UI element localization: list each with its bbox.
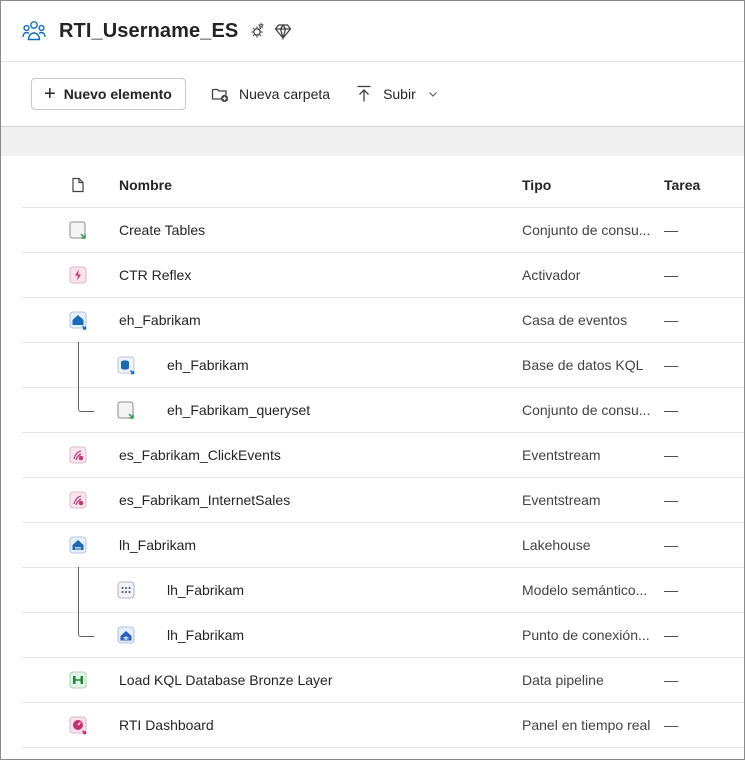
table-row[interactable]: CTR Reflex Activador — bbox=[22, 253, 744, 298]
table-row[interactable]: lh_Fabrikam Modelo semántico... — bbox=[22, 567, 744, 637]
new-item-button[interactable]: + Nuevo elemento bbox=[31, 78, 186, 110]
item-type: Data pipeline bbox=[522, 672, 604, 688]
item-type: Lakehouse bbox=[522, 537, 591, 553]
data-pipeline-icon bbox=[69, 671, 87, 689]
item-task: — bbox=[664, 582, 678, 598]
item-name-link[interactable]: es_Fabrikam_ClickEvents bbox=[119, 433, 281, 477]
chevron-down-icon[interactable] bbox=[428, 89, 438, 99]
new-item-label: Nuevo elemento bbox=[63, 86, 172, 102]
workspace-title: RTI_Username_ES bbox=[59, 19, 239, 42]
kql-queryset-icon bbox=[117, 401, 134, 419]
table-row[interactable]: lh_Fabrikam Punto de conexión... — bbox=[22, 613, 744, 658]
eventhouse-icon bbox=[69, 311, 87, 330]
item-name-link[interactable]: Load KQL Database Bronze Layer bbox=[119, 658, 333, 702]
workspace-settings-icon[interactable] bbox=[248, 22, 266, 40]
workspace-window: RTI_Username_ES + Nuevo elemento Nueva c… bbox=[0, 0, 745, 760]
toolbar: + Nuevo elemento Nueva carpeta Subir bbox=[1, 62, 744, 126]
item-task: — bbox=[664, 492, 678, 508]
table-row[interactable]: eh_Fabrikam Casa de eventos — bbox=[22, 298, 744, 343]
new-folder-icon bbox=[211, 88, 229, 103]
item-name-link[interactable]: RTI Dashboard bbox=[119, 703, 214, 747]
item-type: Activador bbox=[522, 267, 581, 283]
table-row[interactable]: RTI Dashboard Panel en tiempo real — bbox=[22, 703, 744, 748]
upload-icon bbox=[357, 85, 371, 102]
item-type: Eventstream bbox=[522, 492, 601, 508]
table-row[interactable]: eh_Fabrikam_queryset Conjunto de consu..… bbox=[22, 388, 744, 433]
item-type: Punto de conexión... bbox=[522, 627, 650, 643]
workspace-header: RTI_Username_ES bbox=[1, 1, 744, 61]
item-name-link[interactable]: lh_Fabrikam bbox=[119, 523, 196, 567]
item-name-link[interactable]: CTR Reflex bbox=[119, 253, 191, 297]
type-column-header[interactable]: Tipo bbox=[522, 162, 652, 207]
new-folder-button[interactable]: Nueva carpeta bbox=[210, 84, 330, 104]
item-name-link[interactable]: eh_Fabrikam bbox=[119, 298, 201, 342]
item-name-link[interactable]: es_Fabrikam_InternetSales bbox=[119, 478, 290, 522]
semantic-model-icon bbox=[117, 581, 135, 599]
upload-label: Subir bbox=[383, 86, 416, 102]
item-name-link[interactable]: lh_Fabrikam bbox=[167, 568, 244, 612]
upload-button[interactable]: Subir bbox=[354, 84, 447, 104]
table-row[interactable]: es_Fabrikam_InternetSales Eventstream — bbox=[22, 478, 744, 523]
item-task: — bbox=[664, 672, 678, 688]
item-task: — bbox=[664, 627, 678, 643]
table-header-row: Nombre Tipo Tarea bbox=[22, 162, 744, 208]
item-task: — bbox=[664, 222, 678, 238]
table-row[interactable]: Load KQL Database Bronze Layer Data pipe… bbox=[22, 658, 744, 703]
item-task: — bbox=[664, 402, 678, 418]
item-type: Conjunto de consu... bbox=[522, 222, 651, 238]
item-task: — bbox=[664, 447, 678, 463]
items-table: Nombre Tipo Tarea Create Tables Conjunto… bbox=[22, 162, 744, 748]
new-folder-label: Nueva carpeta bbox=[239, 86, 331, 102]
kql-queryset-icon bbox=[69, 221, 86, 239]
item-type: Panel en tiempo real bbox=[522, 717, 651, 733]
eventstream-icon bbox=[69, 446, 87, 464]
item-type: Casa de eventos bbox=[522, 312, 628, 328]
document-icon bbox=[72, 177, 84, 192]
table-row[interactable]: Create Tables Conjunto de consu... — bbox=[22, 208, 744, 253]
eventstream-icon bbox=[69, 491, 87, 509]
item-task: — bbox=[664, 717, 678, 733]
workspace-people-icon bbox=[22, 21, 46, 41]
item-name-link[interactable]: Create Tables bbox=[119, 208, 205, 252]
kql-database-icon bbox=[117, 356, 135, 375]
sql-endpoint-icon bbox=[117, 626, 135, 644]
item-task: — bbox=[664, 537, 678, 553]
table-row[interactable]: lh_Fabrikam Lakehouse — bbox=[22, 523, 744, 568]
plus-icon: + bbox=[44, 83, 56, 105]
premium-diamond-icon[interactable] bbox=[274, 22, 292, 40]
item-task: — bbox=[664, 312, 678, 328]
task-column-header[interactable]: Tarea bbox=[664, 162, 700, 207]
item-task: — bbox=[664, 357, 678, 373]
filter-band bbox=[1, 126, 744, 156]
item-type: Base de datos KQL bbox=[522, 357, 644, 373]
table-row[interactable]: eh_Fabrikam Base de datos KQL — bbox=[22, 342, 744, 412]
file-type-column-header[interactable] bbox=[66, 162, 90, 207]
item-name-link[interactable]: eh_Fabrikam_queryset bbox=[167, 388, 310, 432]
lakehouse-icon bbox=[69, 536, 87, 554]
table-row[interactable]: es_Fabrikam_ClickEvents Eventstream — bbox=[22, 433, 744, 478]
item-task: — bbox=[664, 267, 678, 283]
item-type: Modelo semántico... bbox=[522, 582, 648, 598]
name-column-header[interactable]: Nombre bbox=[119, 162, 172, 207]
realtime-dashboard-icon bbox=[69, 716, 87, 735]
item-type: Eventstream bbox=[522, 447, 601, 463]
item-name-link[interactable]: lh_Fabrikam bbox=[167, 613, 244, 657]
item-name-link[interactable]: eh_Fabrikam bbox=[167, 343, 249, 387]
activator-icon bbox=[69, 266, 87, 284]
item-type: Conjunto de consu... bbox=[522, 402, 651, 418]
